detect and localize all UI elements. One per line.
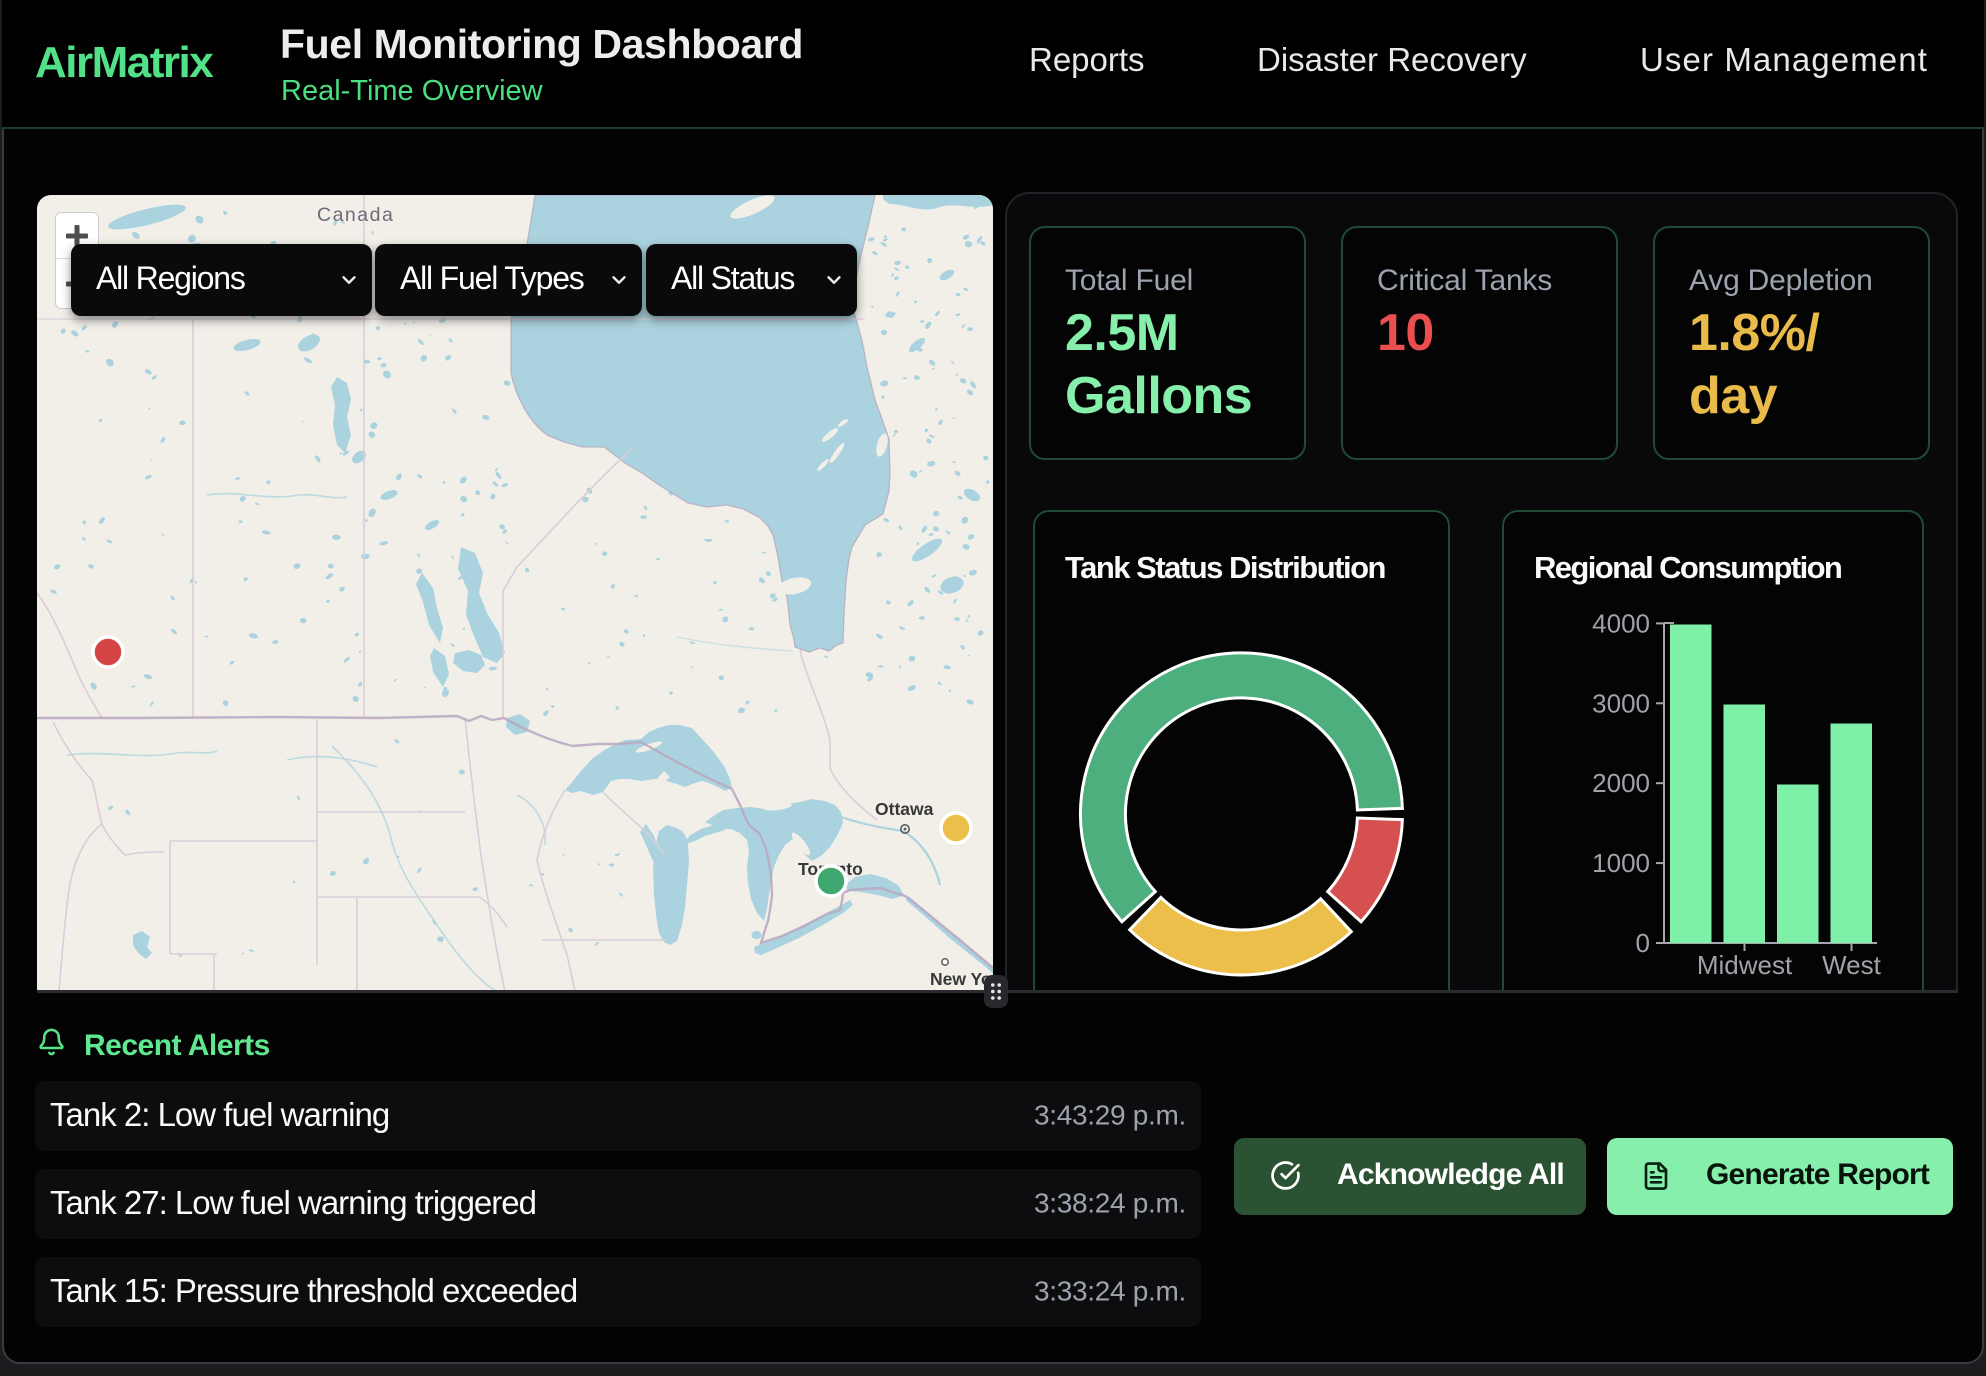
svg-text:West: West [1822,950,1882,980]
svg-text:Ottawa: Ottawa [875,799,934,819]
svg-text:3000: 3000 [1592,688,1650,718]
svg-text:Midwest: Midwest [1697,950,1793,980]
svg-text:4000: 4000 [1592,608,1650,638]
svg-text:0: 0 [1636,928,1650,958]
svg-text:Canada: Canada [317,204,394,226]
svg-text:1000: 1000 [1592,848,1650,878]
svg-text:2000: 2000 [1592,768,1650,798]
